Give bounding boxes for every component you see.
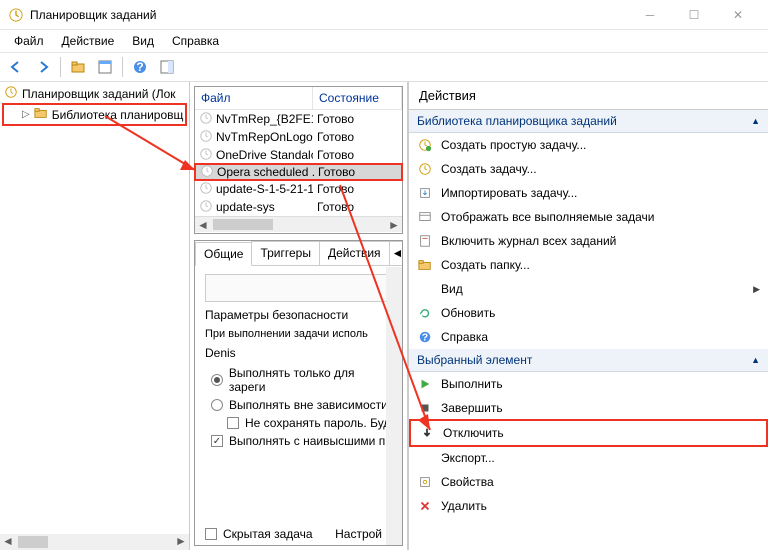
svg-text:?: ? xyxy=(136,60,143,74)
pane2-icon[interactable] xyxy=(155,55,179,79)
action-display-all[interactable]: Отображать все выполняемые задачи xyxy=(409,205,768,229)
run-icon xyxy=(417,376,433,392)
task-row[interactable]: NvTmRepOnLogo...Готово xyxy=(195,128,402,146)
action-run[interactable]: Выполнить xyxy=(409,372,768,396)
clock-icon xyxy=(417,161,433,177)
settings-label: Настрой xyxy=(335,527,382,541)
clock-create-icon xyxy=(417,137,433,153)
expand-icon[interactable]: ▷ xyxy=(22,109,30,120)
minimize-button[interactable]: ─ xyxy=(628,1,672,29)
tree-library[interactable]: ▷ Библиотека планировщ xyxy=(2,103,187,126)
tab-actions[interactable]: Действия xyxy=(319,241,390,265)
tab-general[interactable]: Общие xyxy=(195,242,252,266)
clock-icon xyxy=(199,129,213,146)
toolbar: ? xyxy=(0,52,768,82)
tree-root[interactable]: Планировщик заданий (Лок xyxy=(2,84,187,103)
action-delete[interactable]: Удалить xyxy=(409,494,768,518)
middle-pane: Файл Состояние NvTmRep_{B2FE19...ГотовоN… xyxy=(190,82,408,550)
actions-title: Действия xyxy=(409,82,768,110)
disable-icon xyxy=(419,425,435,441)
actions-sel-header[interactable]: Выбранный элемент▲ xyxy=(409,349,768,372)
action-end[interactable]: Завершить xyxy=(409,396,768,420)
folder-icon[interactable] xyxy=(66,55,90,79)
check-highest[interactable]: ✓ xyxy=(211,435,223,447)
clock-icon xyxy=(199,181,213,198)
forward-button[interactable] xyxy=(31,55,55,79)
runas-label: При выполнении задачи исполь xyxy=(205,328,392,340)
tree-pane: Планировщик заданий (Лок ▷ Библиотека пл… xyxy=(0,82,190,550)
back-button[interactable] xyxy=(4,55,28,79)
user-label: Denis xyxy=(205,346,392,360)
detail-scrollbar[interactable] xyxy=(386,267,402,545)
folder-icon xyxy=(34,106,48,123)
menu-action[interactable]: Действие xyxy=(54,32,123,50)
description-field[interactable] xyxy=(205,274,392,302)
export-icon xyxy=(417,450,433,466)
task-row[interactable]: NvTmRep_{B2FE19...Готово xyxy=(195,110,402,128)
check-nopwd[interactable] xyxy=(227,417,239,429)
menu-help[interactable]: Справка xyxy=(164,32,227,50)
clock-icon xyxy=(199,111,213,128)
task-list: Файл Состояние NvTmRep_{B2FE19...ГотовоN… xyxy=(194,86,403,234)
action-folder[interactable]: Создать папку... xyxy=(409,253,768,277)
app-icon xyxy=(8,7,24,23)
task-row[interactable]: update-S-1-5-21-1...Готово xyxy=(195,180,402,198)
radio-loggedon[interactable] xyxy=(211,374,223,386)
props-icon xyxy=(417,474,433,490)
enable-log-icon xyxy=(417,233,433,249)
display-all-icon xyxy=(417,209,433,225)
svg-text:?: ? xyxy=(422,332,428,344)
task-row[interactable]: Opera scheduled ...Готово xyxy=(194,163,403,181)
end-icon xyxy=(417,400,433,416)
task-row[interactable]: update-sysГотово xyxy=(195,198,402,216)
view-icon xyxy=(417,281,433,297)
check-hidden[interactable] xyxy=(205,528,217,540)
tasklist-scrollbar[interactable]: ◄► xyxy=(195,216,402,232)
chevron-right-icon: ▶ xyxy=(753,284,760,295)
action-help[interactable]: ?Справка xyxy=(409,325,768,349)
clock-icon xyxy=(4,85,18,102)
action-import[interactable]: Импортировать задачу... xyxy=(409,181,768,205)
clock-icon xyxy=(200,164,214,181)
folder-icon xyxy=(417,257,433,273)
action-enable-log[interactable]: Включить журнал всех заданий xyxy=(409,229,768,253)
actions-pane: Действия Библиотека планировщика заданий… xyxy=(408,82,768,550)
task-row[interactable]: OneDrive Standalo..Готово xyxy=(195,146,402,164)
import-icon xyxy=(417,185,433,201)
close-button[interactable]: ✕ xyxy=(716,1,760,29)
refresh-icon xyxy=(417,305,433,321)
chevron-up-icon: ▲ xyxy=(751,355,760,365)
action-view[interactable]: Вид▶ xyxy=(409,277,768,301)
actions-lib-header[interactable]: Библиотека планировщика заданий▲ xyxy=(409,110,768,133)
tab-nav-left[interactable]: ◄ xyxy=(389,241,403,265)
menu-view[interactable]: Вид xyxy=(124,32,162,50)
action-clock-create[interactable]: Создать простую задачу... xyxy=(409,133,768,157)
titlebar: Планировщик заданий ─ ☐ ✕ xyxy=(0,0,768,30)
action-clock[interactable]: Создать задачу... xyxy=(409,157,768,181)
detail-pane: Общие Триггеры Действия ◄ ► Параметры бе… xyxy=(194,240,403,546)
window-title: Планировщик заданий xyxy=(30,8,156,22)
tab-triggers[interactable]: Триггеры xyxy=(251,241,320,265)
clock-icon xyxy=(199,147,213,164)
radio-anytime[interactable] xyxy=(211,399,223,411)
col-file[interactable]: Файл xyxy=(195,87,313,109)
clock-icon xyxy=(199,199,213,216)
help-icon[interactable]: ? xyxy=(128,55,152,79)
help-icon: ? xyxy=(417,329,433,345)
delete-icon xyxy=(417,498,433,514)
action-export[interactable]: Экспорт... xyxy=(409,446,768,470)
menu-file[interactable]: Файл xyxy=(6,32,52,50)
col-state[interactable]: Состояние xyxy=(313,87,402,109)
chevron-up-icon: ▲ xyxy=(751,116,760,126)
pane-icon[interactable] xyxy=(93,55,117,79)
tree-scrollbar[interactable]: ◄ ► xyxy=(0,534,189,550)
security-params-label: Параметры безопасности xyxy=(205,308,392,322)
menubar: Файл Действие Вид Справка xyxy=(0,30,768,52)
action-props[interactable]: Свойства xyxy=(409,470,768,494)
maximize-button[interactable]: ☐ xyxy=(672,1,716,29)
action-refresh[interactable]: Обновить xyxy=(409,301,768,325)
action-disable[interactable]: Отключить xyxy=(409,419,768,447)
